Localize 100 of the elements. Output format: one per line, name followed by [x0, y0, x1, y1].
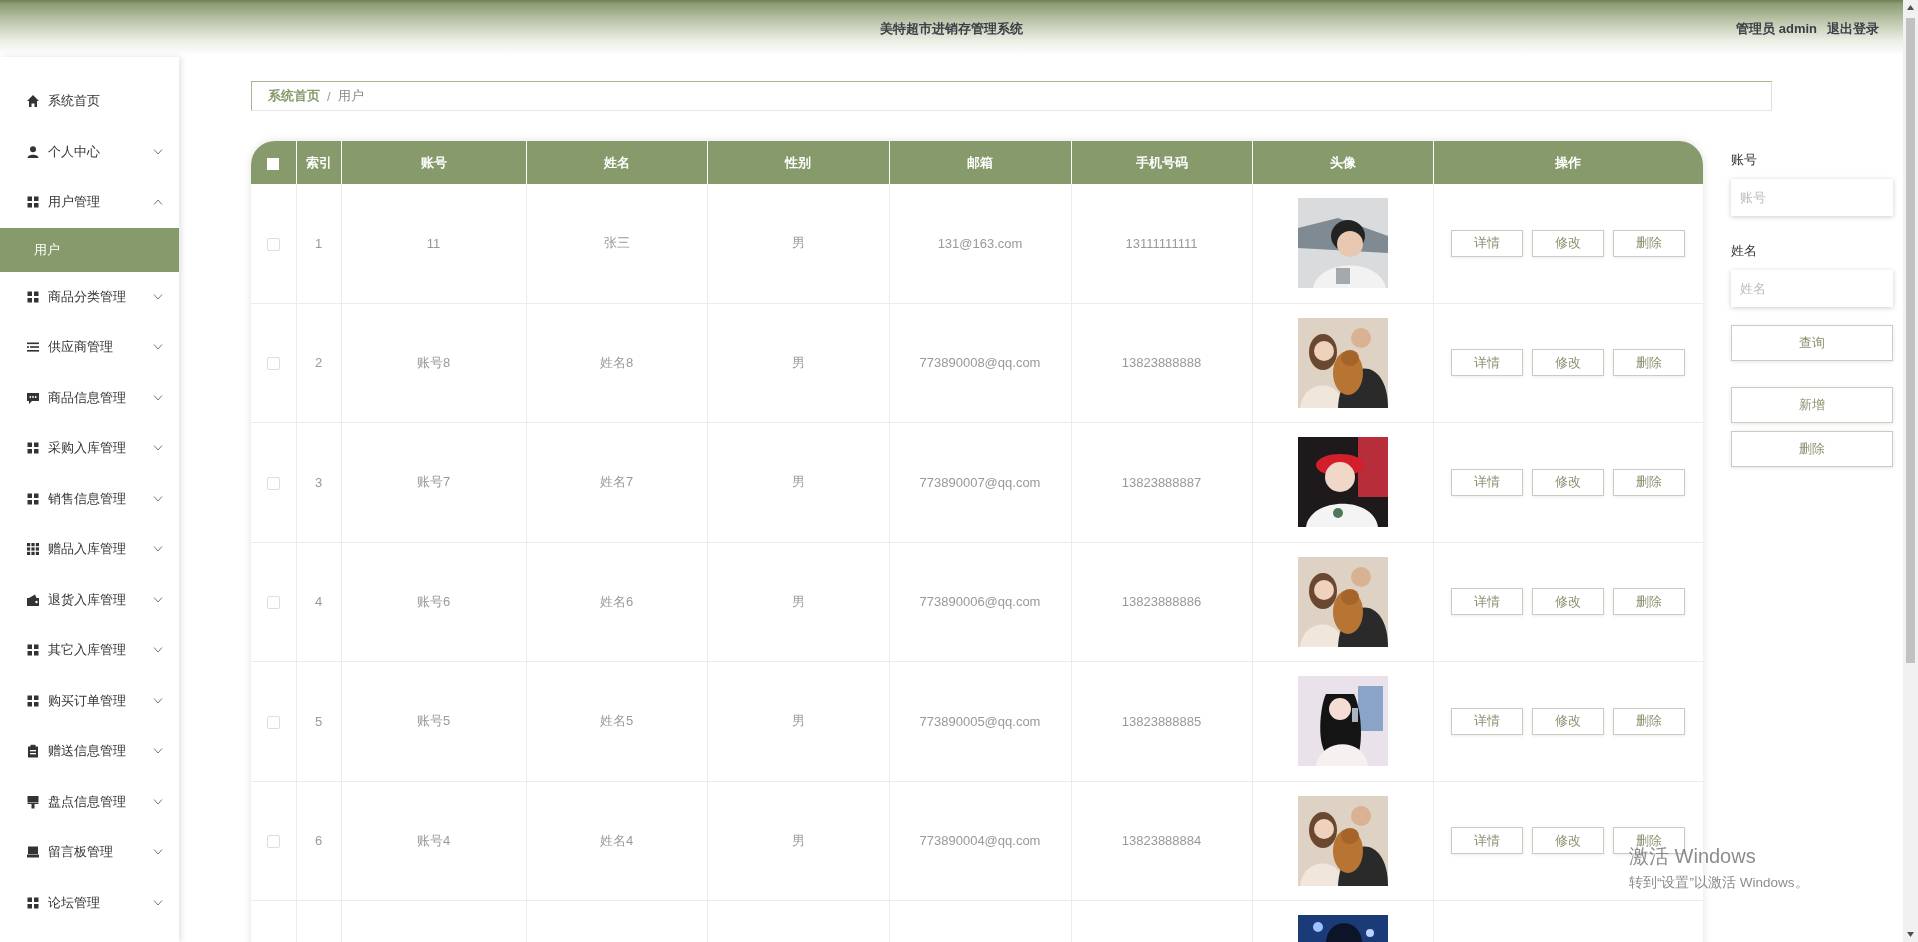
row-index: 5: [314, 713, 323, 729]
input-field[interactable]: 姓名: [1731, 270, 1893, 307]
select-all-checkbox[interactable]: [267, 157, 280, 170]
menu-item[interactable]: 赠品入库管理: [0, 524, 179, 575]
logout-link[interactable]: 退出登录: [1827, 20, 1879, 38]
delete-button[interactable]: 删除: [1613, 468, 1686, 496]
grid-icon: [26, 643, 40, 658]
phone-cell: 13823888887: [1121, 474, 1202, 490]
menu-item[interactable]: 用户管理: [0, 177, 179, 228]
grid-icon: [26, 542, 40, 557]
row-checkbox[interactable]: [266, 476, 280, 490]
account-cell: 账号7: [416, 474, 451, 490]
phone-cell: 13823888884: [1121, 833, 1202, 849]
grid-icon: [26, 441, 40, 456]
name-cell: 姓名6: [599, 593, 634, 609]
delete-button[interactable]: 删除: [1613, 229, 1686, 257]
breadcrumb-current: 用户: [337, 87, 364, 105]
phone-cell: 13823888885: [1121, 713, 1202, 729]
email-cell: 773890008@qq.com: [919, 355, 1041, 371]
details-button[interactable]: 详情: [1451, 468, 1524, 496]
account-cell: 11: [426, 235, 441, 251]
email-cell: 773890006@qq.com: [919, 594, 1041, 610]
row-checkbox[interactable]: [266, 715, 280, 729]
system-title: 美特超市进销存管理系统: [880, 21, 1023, 36]
delete-button[interactable]: 删除: [1613, 707, 1686, 735]
column-header: 姓名: [526, 141, 707, 184]
details-button[interactable]: 详情: [1451, 588, 1524, 616]
stamp-icon: [26, 794, 40, 809]
menu-item[interactable]: 商品分类管理: [0, 271, 179, 322]
name-cell: 张三: [603, 235, 630, 251]
column-header: 索引: [296, 141, 341, 184]
menu-item[interactable]: 留言板管理: [0, 827, 179, 878]
row-checkbox[interactable]: [266, 596, 280, 610]
email-cell: 773890004@qq.com: [919, 833, 1041, 849]
grid-icon: [26, 289, 40, 304]
details-button[interactable]: 详情: [1451, 827, 1524, 855]
menu-item[interactable]: 赠送信息管理: [0, 726, 179, 777]
activation-hint: 转到“设置”以激活 Windows。: [1629, 874, 1809, 892]
gender-cell: 男: [791, 593, 805, 609]
input-field[interactable]: 账号: [1731, 179, 1893, 216]
menu-item[interactable]: 论坛管理: [0, 877, 179, 928]
add-button[interactable]: 新增: [1731, 387, 1893, 423]
edit-button[interactable]: 修改: [1532, 349, 1605, 377]
submenu-item[interactable]: 用户: [0, 227, 179, 272]
edit-button[interactable]: 修改: [1532, 468, 1605, 496]
user-icon: [26, 144, 40, 159]
grid-icon: [26, 693, 40, 708]
column-header: 操作: [1433, 141, 1703, 184]
phone-cell: 13823888888: [1121, 355, 1202, 371]
breadcrumb-separator: /: [327, 88, 331, 104]
delete-button[interactable]: 删除: [1731, 431, 1893, 467]
name-cell: 姓名4: [599, 832, 634, 848]
grid-icon: [26, 491, 40, 506]
row-checkbox[interactable]: [266, 357, 280, 371]
chat-bubble-icon: [26, 390, 40, 405]
email-cell: 773890007@qq.com: [919, 474, 1041, 490]
row-index: 6: [314, 833, 323, 849]
row-index: 4: [314, 594, 323, 610]
menu-item[interactable]: 退货入库管理: [0, 574, 179, 625]
phone-cell: 13111111111: [1125, 235, 1198, 251]
menu-item[interactable]: 购买订单管理: [0, 675, 179, 726]
name-cell: 姓名8: [599, 354, 634, 370]
scrollbar[interactable]: [1903, 0, 1918, 942]
column-header: 手机号码: [1071, 141, 1252, 184]
row-index: 2: [314, 355, 323, 371]
column-header: 头像: [1252, 141, 1433, 184]
menu-item[interactable]: 采购入库管理: [0, 423, 179, 474]
home-icon: [26, 94, 40, 109]
menu-item[interactable]: 个人中心: [0, 126, 179, 177]
menu-item[interactable]: 销售信息管理: [0, 473, 179, 524]
details-button[interactable]: 详情: [1451, 707, 1524, 735]
menu-item[interactable]: 其它入库管理: [0, 625, 179, 676]
field-label: 账号: [1731, 151, 1758, 169]
details-button[interactable]: 详情: [1451, 349, 1524, 377]
edit-button[interactable]: 修改: [1532, 827, 1605, 855]
grid-icon: [26, 895, 40, 910]
edit-button[interactable]: 修改: [1532, 707, 1605, 735]
wallet-icon: [26, 592, 40, 607]
row-checkbox[interactable]: [266, 237, 280, 251]
delete-button[interactable]: 删除: [1613, 349, 1686, 377]
account-cell: 账号8: [416, 354, 451, 370]
menu-item[interactable]: 盘点信息管理: [0, 776, 179, 827]
delete-button[interactable]: 删除: [1613, 588, 1686, 616]
gender-cell: 男: [791, 474, 805, 490]
gender-cell: 男: [791, 832, 805, 848]
admin-label: 管理员 admin: [1736, 20, 1817, 38]
phone-cell: 13823888886: [1121, 594, 1202, 610]
edit-button[interactable]: 修改: [1532, 229, 1605, 257]
list-icon: [26, 340, 40, 355]
menu-item[interactable]: 商品信息管理: [0, 372, 179, 423]
search-button[interactable]: 查询: [1731, 325, 1893, 361]
menu-item[interactable]: 系统首页: [0, 76, 179, 127]
breadcrumb-link[interactable]: 系统首页: [268, 87, 320, 105]
edit-button[interactable]: 修改: [1532, 588, 1605, 616]
row-checkbox[interactable]: [266, 835, 280, 849]
email-cell: 131@163.com: [937, 235, 1023, 251]
gender-cell: 男: [791, 354, 805, 370]
menu-item[interactable]: 供应商管理: [0, 322, 179, 373]
details-button[interactable]: 详情: [1451, 229, 1524, 257]
name-cell: 姓名7: [599, 474, 634, 490]
